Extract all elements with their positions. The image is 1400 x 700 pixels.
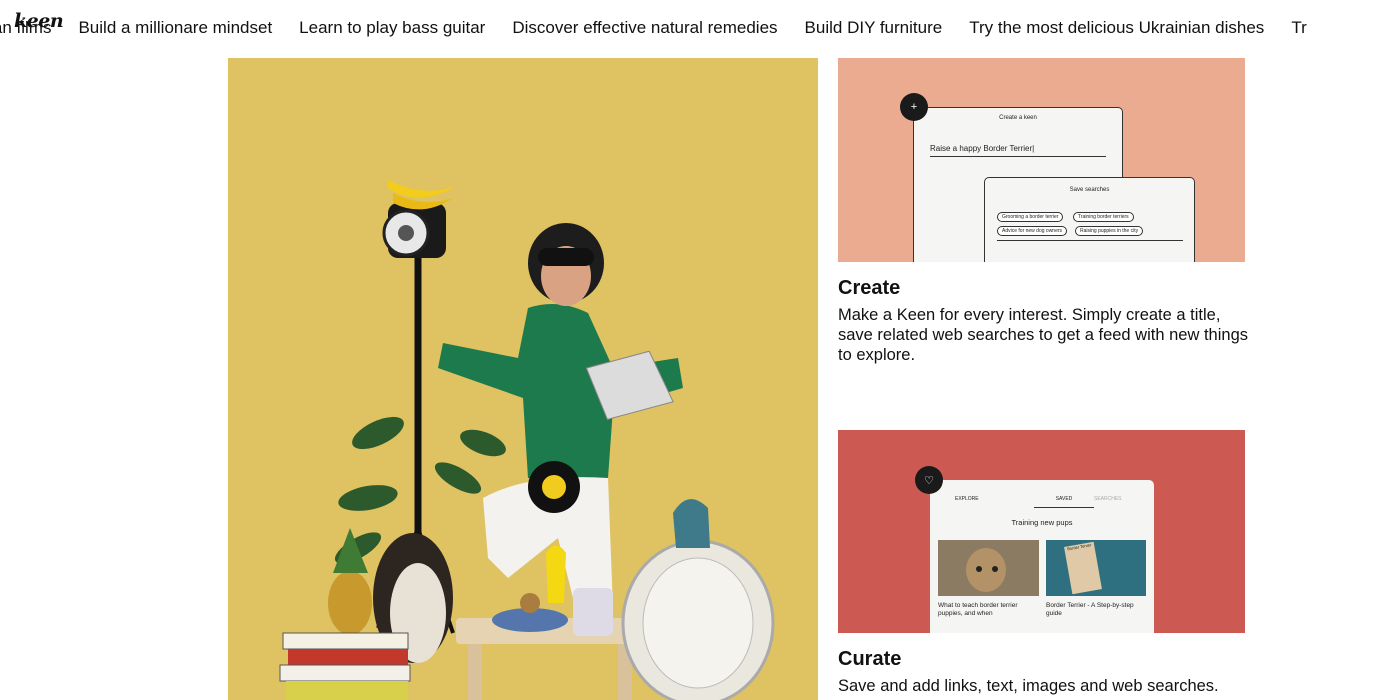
stool (456, 545, 641, 700)
topic-link[interactable]: Discover effective natural remedies (512, 18, 777, 38)
mock-input: Raise a happy Border Terrier| (930, 144, 1106, 157)
create-title: Create (838, 277, 901, 299)
drum (621, 499, 775, 700)
tab-searches: SEARCHES (1094, 496, 1122, 502)
curate-card-image: ♡ EXPLORE SAVED SEARCHES Training new pu… (838, 430, 1245, 633)
collection-heading: Training new pups (1011, 518, 1073, 527)
keen-logo[interactable]: keen (14, 10, 64, 32)
item-caption: What to teach border terrier puppies, an… (938, 602, 1018, 617)
book-cover: Border Terrier (1064, 541, 1102, 595)
search-chip: Grooming a border terrier (997, 212, 1064, 222)
plus-icon: + (900, 93, 928, 121)
divider (997, 240, 1183, 241)
item-caption: Border Terrier - A Step-by-step guide (1046, 602, 1134, 617)
hero-image (228, 58, 818, 700)
save-searches-mock: Save searches Grooming a border terrier … (984, 177, 1195, 262)
tab-saved: SAVED (1034, 496, 1094, 508)
search-chip: Advice for new dog owners (997, 226, 1068, 236)
create-description: Make a Keen for every interest. Simply c… (838, 306, 1248, 364)
search-chip: Training border terriers (1073, 212, 1134, 222)
topic-link[interactable]: Try the most delicious Ukrainian dishes (969, 18, 1264, 38)
dog-photo (938, 540, 1039, 596)
topic-link[interactable]: Build a millionare mindset (78, 18, 272, 38)
mock-title: Create a keen (999, 115, 1037, 121)
topic-list: American films Build a millionare mindse… (0, 18, 1307, 38)
curate-title: Curate (838, 648, 902, 670)
search-chip: Raising puppies in the city (1075, 226, 1144, 236)
books (279, 632, 411, 700)
tab-explore: EXPLORE (955, 496, 979, 502)
book-photo: Border Terrier (1046, 540, 1146, 596)
topic-marquee: keen American films Build a millionare m… (0, 0, 1400, 58)
curate-mock: EXPLORE SAVED SEARCHES Training new pups… (930, 480, 1154, 633)
save-searches-title: Save searches (1069, 187, 1110, 193)
topic-link[interactable]: Tr (1291, 18, 1306, 38)
create-card-image: + Create a keen Raise a happy Border Ter… (838, 58, 1245, 262)
topic-link[interactable]: Build DIY furniture (805, 18, 943, 38)
topic-link[interactable]: Learn to play bass guitar (299, 18, 485, 38)
hero-illustration (279, 180, 775, 700)
curate-description: Save and add links, text, images and web… (838, 677, 1219, 695)
heart-icon: ♡ (915, 466, 943, 494)
